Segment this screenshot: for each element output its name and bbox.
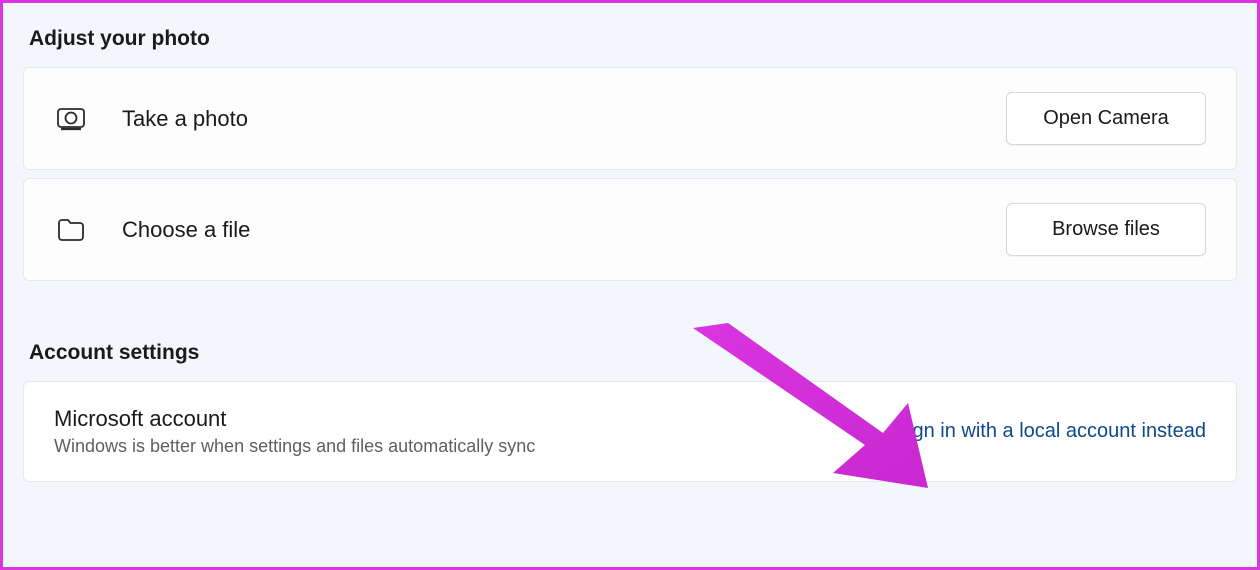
browse-files-button[interactable]: Browse files: [1006, 203, 1206, 256]
camera-icon: [54, 102, 88, 136]
take-photo-label: Take a photo: [122, 106, 248, 132]
choose-file-row: Choose a file Browse files: [23, 178, 1237, 281]
choose-file-left: Choose a file: [54, 213, 250, 247]
take-photo-left: Take a photo: [54, 102, 248, 136]
microsoft-account-left: Microsoft account Windows is better when…: [54, 406, 535, 457]
account-settings-heading: Account settings: [29, 341, 1237, 365]
open-camera-button[interactable]: Open Camera: [1006, 92, 1206, 145]
take-photo-row: Take a photo Open Camera: [23, 67, 1237, 170]
microsoft-account-row: Microsoft account Windows is better when…: [23, 381, 1237, 482]
adjust-photo-heading: Adjust your photo: [29, 27, 1237, 51]
microsoft-account-title: Microsoft account: [54, 406, 535, 432]
folder-icon: [54, 213, 88, 247]
local-account-link[interactable]: Sign in with a local account instead: [895, 420, 1206, 443]
choose-file-label: Choose a file: [122, 217, 250, 243]
microsoft-account-subtitle: Windows is better when settings and file…: [54, 436, 535, 457]
